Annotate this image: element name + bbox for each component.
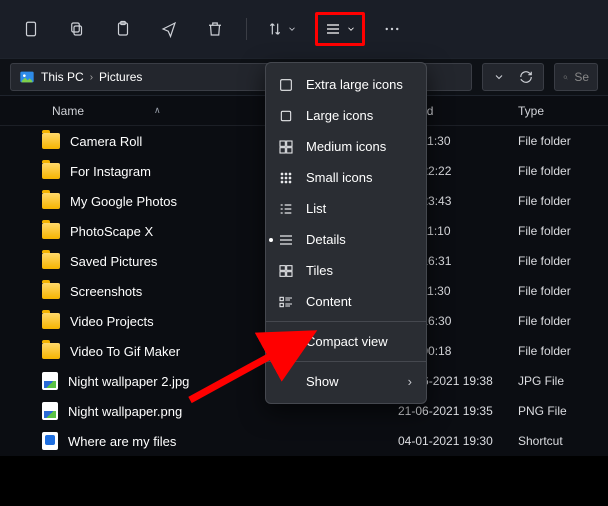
menu-item-list[interactable]: List bbox=[266, 193, 426, 224]
file-modified: 04-01-2021 19:30 bbox=[390, 434, 510, 448]
view-option-icon bbox=[278, 201, 294, 217]
file-name: Video To Gif Maker bbox=[70, 344, 180, 359]
file-name: Screenshots bbox=[70, 284, 142, 299]
view-option-icon bbox=[278, 108, 294, 124]
menu-item-content[interactable]: Content bbox=[266, 286, 426, 317]
file-name: Where are my files bbox=[68, 434, 176, 449]
file-name: Saved Pictures bbox=[70, 254, 157, 269]
image-file-icon bbox=[42, 372, 58, 390]
file-type: File folder bbox=[510, 314, 608, 328]
file-type: File folder bbox=[510, 194, 608, 208]
sort-button[interactable] bbox=[261, 15, 303, 43]
more-button[interactable] bbox=[383, 20, 401, 38]
share-button[interactable] bbox=[152, 12, 186, 46]
folder-icon bbox=[42, 193, 60, 209]
file-type: JPG File bbox=[510, 374, 608, 388]
file-type: File folder bbox=[510, 254, 608, 268]
file-type: Shortcut bbox=[510, 434, 608, 448]
pictures-icon bbox=[19, 69, 35, 85]
chevron-right-icon: › bbox=[408, 374, 412, 389]
file-name: Night wallpaper 2.jpg bbox=[68, 374, 189, 389]
view-option-icon bbox=[278, 263, 294, 279]
view-option-icon bbox=[278, 232, 294, 248]
sort-asc-icon: ∧ bbox=[154, 105, 161, 116]
search-icon bbox=[563, 71, 568, 84]
view-option-icon bbox=[278, 77, 294, 93]
view-menu: Extra large icons Large icons Medium icons… bbox=[265, 62, 427, 404]
file-type: File folder bbox=[510, 224, 608, 238]
menu-item-label: Tiles bbox=[306, 263, 333, 278]
image-file-icon bbox=[42, 402, 58, 420]
chevron-down-icon[interactable] bbox=[493, 71, 505, 83]
menu-item-label: Small icons bbox=[306, 170, 372, 185]
folder-icon bbox=[42, 283, 60, 299]
menu-compact-view[interactable]: Compact view bbox=[266, 326, 426, 357]
file-name: Video Projects bbox=[70, 314, 154, 329]
view-option-icon bbox=[278, 139, 294, 155]
view-option-icon bbox=[278, 294, 294, 310]
address-actions bbox=[482, 63, 544, 91]
file-type: File folder bbox=[510, 284, 608, 298]
crumb-root[interactable]: This PC bbox=[41, 70, 84, 84]
column-type[interactable]: Type bbox=[510, 104, 608, 118]
table-row[interactable]: Where are my files 04-01-2021 19:30Shortc… bbox=[0, 426, 608, 456]
folder-icon bbox=[42, 133, 60, 149]
menu-item-details[interactable]: Details bbox=[266, 224, 426, 255]
menu-show[interactable]: Show › bbox=[266, 366, 426, 397]
menu-item-label: Content bbox=[306, 294, 352, 309]
menu-item-extra-large-icons[interactable]: Extra large icons bbox=[266, 69, 426, 100]
file-type: File folder bbox=[510, 164, 608, 178]
menu-item-label: Extra large icons bbox=[306, 77, 403, 92]
menu-item-large-icons[interactable]: Large icons bbox=[266, 100, 426, 131]
search-placeholder: Se bbox=[574, 70, 589, 84]
menu-item-small-icons[interactable]: Small icons bbox=[266, 162, 426, 193]
menu-item-label: Medium icons bbox=[306, 139, 386, 154]
chevron-right-icon: › bbox=[90, 72, 93, 83]
shortcut-icon bbox=[42, 432, 58, 450]
menu-separator bbox=[266, 321, 426, 322]
view-option-icon bbox=[278, 170, 294, 186]
menu-item-medium-icons[interactable]: Medium icons bbox=[266, 131, 426, 162]
refresh-icon[interactable] bbox=[519, 70, 533, 84]
menu-item-label: Details bbox=[306, 232, 346, 247]
file-name: Camera Roll bbox=[70, 134, 142, 149]
menu-separator bbox=[266, 361, 426, 362]
view-button[interactable] bbox=[315, 12, 365, 46]
paste-button[interactable] bbox=[106, 12, 140, 46]
folder-icon bbox=[42, 163, 60, 179]
toolbar bbox=[0, 0, 608, 58]
delete-button[interactable] bbox=[198, 12, 232, 46]
folder-icon bbox=[42, 343, 60, 359]
file-type: PNG File bbox=[510, 404, 608, 418]
new-button[interactable] bbox=[14, 12, 48, 46]
copy-button[interactable] bbox=[60, 12, 94, 46]
file-name: For Instagram bbox=[70, 164, 151, 179]
folder-icon bbox=[42, 223, 60, 239]
file-type: File folder bbox=[510, 134, 608, 148]
file-type: File folder bbox=[510, 344, 608, 358]
menu-item-label: Large icons bbox=[306, 108, 373, 123]
crumb-current[interactable]: Pictures bbox=[99, 70, 142, 84]
toolbar-separator bbox=[246, 18, 247, 40]
search-input[interactable]: Se bbox=[554, 63, 598, 91]
file-name: My Google Photos bbox=[70, 194, 177, 209]
folder-icon bbox=[42, 313, 60, 329]
file-name: Night wallpaper.png bbox=[68, 404, 182, 419]
file-name: PhotoScape X bbox=[70, 224, 153, 239]
folder-icon bbox=[42, 253, 60, 269]
menu-item-label: List bbox=[306, 201, 326, 216]
file-modified: 21-06-2021 19:35 bbox=[390, 404, 510, 418]
menu-item-tiles[interactable]: Tiles bbox=[266, 255, 426, 286]
